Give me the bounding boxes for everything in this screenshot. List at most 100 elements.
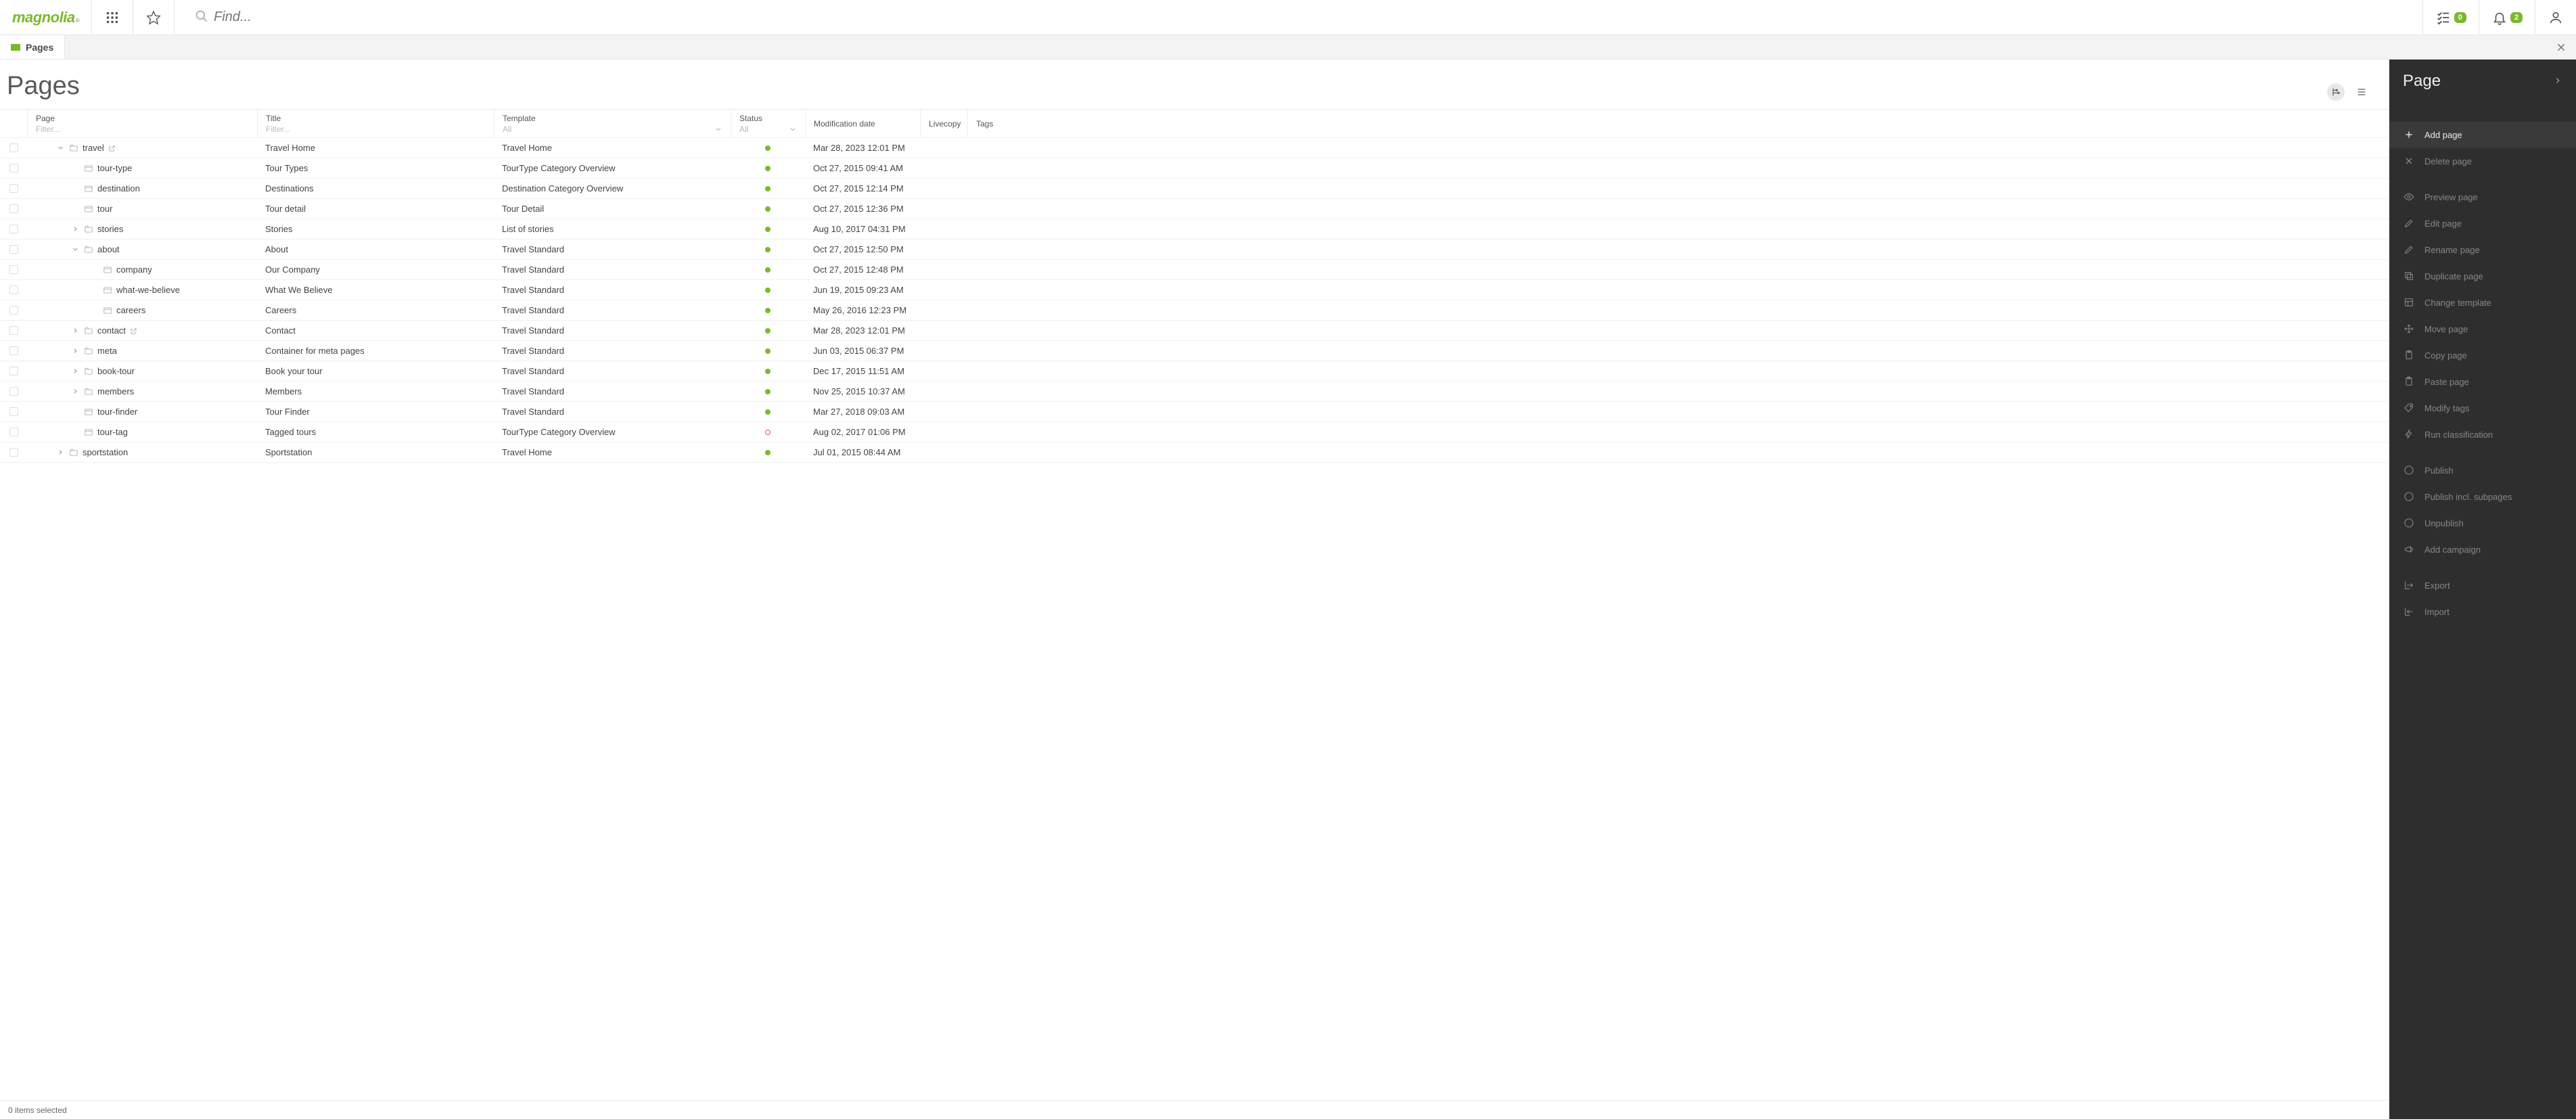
- expand-icon[interactable]: [70, 367, 80, 376]
- status-published-icon: [765, 267, 770, 273]
- column-modification-date[interactable]: Modification date: [805, 110, 920, 137]
- row-page-name: stories: [27, 224, 257, 234]
- notifications-button[interactable]: 2: [2479, 0, 2535, 35]
- action-label: Preview page: [2424, 192, 2478, 202]
- expand-icon[interactable]: [55, 448, 65, 457]
- folder-icon: [69, 448, 78, 457]
- row-status: [731, 450, 805, 455]
- page-node-name: meta: [97, 346, 117, 356]
- action-import: Import: [2389, 599, 2576, 625]
- expander-placeholder: [89, 265, 99, 275]
- apptab-pages[interactable]: Pages: [0, 35, 65, 59]
- expander-placeholder: [70, 428, 80, 437]
- action-duplicate-page: Duplicate page: [2389, 263, 2576, 290]
- row-title: Careers: [257, 305, 494, 315]
- column-tags[interactable]: Tags: [967, 110, 2389, 137]
- column-livecopy[interactable]: Livecopy: [920, 110, 967, 137]
- page-node-name: careers: [116, 305, 145, 315]
- row-checkbox[interactable]: [0, 164, 27, 173]
- row-template: Travel Home: [494, 447, 731, 457]
- info-icon: [2403, 517, 2415, 529]
- view-tree-button[interactable]: [2327, 83, 2345, 101]
- table-row[interactable]: metaContainer for meta pagesTravel Stand…: [0, 341, 2389, 361]
- row-checkbox[interactable]: [0, 306, 27, 315]
- action-change-template: Change template: [2389, 290, 2576, 316]
- page-node-name: members: [97, 386, 134, 396]
- search-input[interactable]: [214, 9, 2410, 25]
- table-row[interactable]: tour-typeTour TypesTourType Category Ove…: [0, 158, 2389, 179]
- row-checkbox[interactable]: [0, 407, 27, 416]
- expand-icon[interactable]: [70, 346, 80, 356]
- expand-icon[interactable]: [70, 387, 80, 396]
- row-checkbox[interactable]: [0, 204, 27, 213]
- tasks-badge: 0: [2454, 12, 2466, 23]
- collapse-icon[interactable]: [70, 245, 80, 254]
- expand-icon[interactable]: [70, 326, 80, 336]
- action-add-page[interactable]: Add page: [2389, 122, 2576, 148]
- table-row[interactable]: aboutAboutTravel StandardOct 27, 2015 12…: [0, 239, 2389, 260]
- column-page[interactable]: Page Filter...: [27, 110, 257, 137]
- table-row[interactable]: what-we-believeWhat We BelieveTravel Sta…: [0, 280, 2389, 300]
- tasks-button[interactable]: 0: [2422, 0, 2479, 35]
- row-checkbox[interactable]: [0, 184, 27, 193]
- table-row[interactable]: tour-tagTagged toursTourType Category Ov…: [0, 422, 2389, 442]
- action-label: Change template: [2424, 298, 2491, 308]
- view-list-button[interactable]: [2353, 83, 2370, 101]
- row-checkbox[interactable]: [0, 346, 27, 355]
- row-template: Destination Category Overview: [494, 183, 731, 193]
- table-row[interactable]: destinationDestinationsDestination Categ…: [0, 179, 2389, 199]
- action-panel-title: Page: [2403, 72, 2441, 91]
- table-row[interactable]: companyOur CompanyTravel StandardOct 27,…: [0, 260, 2389, 280]
- action-label: Add page: [2424, 130, 2462, 140]
- status-published-icon: [765, 348, 770, 354]
- page-node-name: what-we-believe: [116, 285, 180, 295]
- row-checkbox[interactable]: [0, 265, 27, 274]
- table-row[interactable]: careersCareersTravel StandardMay 26, 201…: [0, 300, 2389, 321]
- row-template: Travel Standard: [494, 366, 731, 376]
- pencil-icon: [2403, 244, 2415, 256]
- row-status: [731, 430, 805, 435]
- bolt-icon: [2403, 428, 2415, 440]
- table-row[interactable]: tour-finderTour FinderTravel StandardMar…: [0, 402, 2389, 422]
- row-checkbox[interactable]: [0, 387, 27, 396]
- expand-icon[interactable]: [70, 225, 80, 234]
- row-modification-date: Oct 27, 2015 12:50 PM: [805, 244, 920, 254]
- row-checkbox[interactable]: [0, 326, 27, 335]
- column-status[interactable]: Status All: [731, 110, 805, 137]
- row-checkbox[interactable]: [0, 225, 27, 233]
- action-add-campaign: Add campaign: [2389, 536, 2576, 563]
- row-template: Travel Standard: [494, 407, 731, 417]
- table-row[interactable]: storiesStoriesList of storiesAug 10, 201…: [0, 219, 2389, 239]
- appbar: Pages: [0, 35, 2576, 60]
- table-row[interactable]: membersMembersTravel StandardNov 25, 201…: [0, 382, 2389, 402]
- row-checkbox[interactable]: [0, 367, 27, 375]
- row-checkbox[interactable]: [0, 286, 27, 294]
- user-button[interactable]: [2535, 0, 2576, 35]
- x-icon: [2403, 155, 2415, 167]
- row-checkbox[interactable]: [0, 448, 27, 457]
- table-row[interactable]: sportstationSportstationTravel HomeJul 0…: [0, 442, 2389, 463]
- row-status: [731, 308, 805, 313]
- app-launcher[interactable]: [92, 0, 133, 35]
- table-row[interactable]: travelTravel HomeTravel HomeMar 28, 2023…: [0, 138, 2389, 158]
- row-checkbox[interactable]: [0, 428, 27, 436]
- import-icon: [2403, 606, 2415, 618]
- grid-header: Page Filter... Title Filter... Template …: [0, 110, 2389, 138]
- collapse-icon[interactable]: [55, 143, 65, 153]
- row-checkbox[interactable]: [0, 245, 27, 254]
- close-app-button[interactable]: [2546, 35, 2576, 59]
- page-icon: [103, 306, 112, 315]
- pencil-icon: [2403, 217, 2415, 229]
- favorites-button[interactable]: [133, 0, 175, 35]
- tree-view-icon: [2330, 87, 2341, 97]
- table-row[interactable]: contactContactTravel StandardMar 28, 202…: [0, 321, 2389, 341]
- row-status: [731, 267, 805, 273]
- column-template[interactable]: Template All: [494, 110, 731, 137]
- collapse-panel-button[interactable]: [2553, 76, 2562, 87]
- column-title[interactable]: Title Filter...: [257, 110, 494, 137]
- table-row[interactable]: book-tourBook your tourTravel StandardDe…: [0, 361, 2389, 382]
- action-label: Import: [2424, 607, 2450, 617]
- table-row[interactable]: tourTour detailTour DetailOct 27, 2015 1…: [0, 199, 2389, 219]
- row-page-name: book-tour: [27, 366, 257, 376]
- row-checkbox[interactable]: [0, 143, 27, 152]
